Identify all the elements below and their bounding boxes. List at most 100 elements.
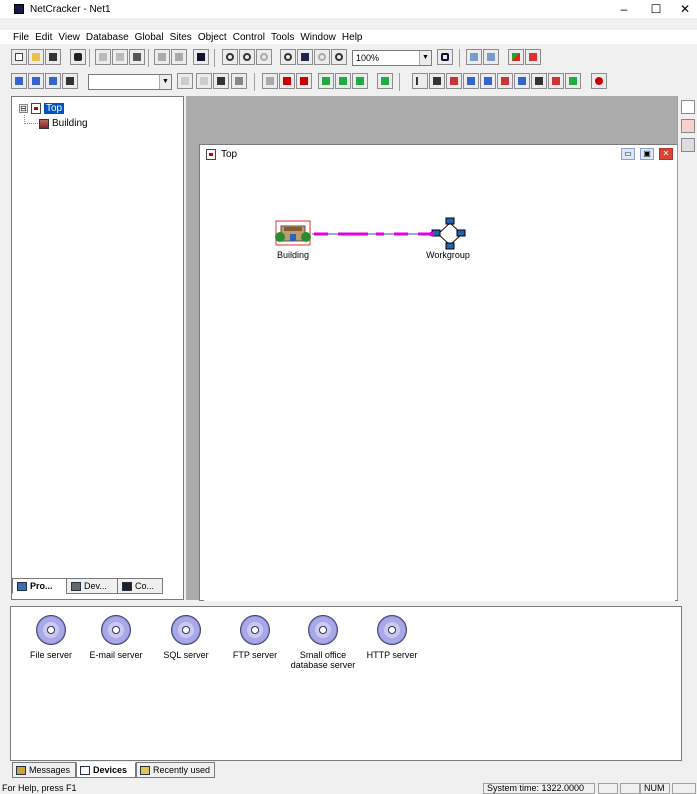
- eraser-icon[interactable]: [231, 73, 247, 89]
- tab-label: Recently used: [153, 765, 211, 775]
- protocol-icon[interactable]: [497, 73, 513, 89]
- open-icon[interactable]: [28, 49, 44, 65]
- chevron-down-icon[interactable]: ▼: [159, 75, 171, 89]
- device-email-server[interactable]: E-mail server: [86, 615, 146, 660]
- site-icon: [31, 103, 41, 114]
- menu-edit[interactable]: Edit: [35, 32, 52, 43]
- close-button[interactable]: ✕: [671, 0, 697, 18]
- minimize-button[interactable]: –: [610, 0, 638, 18]
- traffic-icon[interactable]: [318, 73, 334, 89]
- device-small-office-db-server[interactable]: Small office database server: [289, 615, 357, 670]
- menu-database[interactable]: Database: [86, 32, 129, 43]
- tab-devices[interactable]: Dev...: [66, 578, 118, 594]
- stop-sign-icon[interactable]: [591, 73, 607, 89]
- zoom-all-icon[interactable]: [331, 49, 347, 65]
- animation-icon[interactable]: [377, 73, 393, 89]
- traffic-edit-icon[interactable]: [335, 73, 351, 89]
- menu-sites[interactable]: Sites: [170, 32, 192, 43]
- paste-icon[interactable]: [129, 49, 145, 65]
- child-minimize-button[interactable]: ▭: [621, 148, 635, 160]
- workload-icon[interactable]: [514, 73, 530, 89]
- layers-icon[interactable]: [196, 73, 212, 89]
- pause-icon[interactable]: [296, 73, 312, 89]
- child-close-button[interactable]: ✕: [659, 148, 673, 160]
- wizard-icon[interactable]: [565, 73, 581, 89]
- device-http-server[interactable]: HTTP server: [362, 615, 422, 660]
- maximize-button[interactable]: ☐: [642, 0, 670, 18]
- tab-project[interactable]: Pro...: [12, 578, 67, 594]
- diagram-canvas[interactable]: Building Workgroup: [204, 163, 675, 601]
- menu-help[interactable]: Help: [342, 32, 363, 43]
- query-tool-icon[interactable]: [463, 73, 479, 89]
- text-size-icon[interactable]: [11, 73, 27, 89]
- palette-layout-icon[interactable]: [681, 119, 695, 133]
- zoom-previous-icon[interactable]: [314, 49, 330, 65]
- zoom-out-icon[interactable]: [239, 49, 255, 65]
- device-ftp-server[interactable]: FTP server: [225, 615, 285, 660]
- app-icon[interactable]: [14, 4, 24, 14]
- list-view-icon[interactable]: [45, 73, 61, 89]
- menu-global[interactable]: Global: [135, 32, 164, 43]
- menu-view[interactable]: View: [58, 32, 80, 43]
- curve-tool-icon[interactable]: [446, 73, 462, 89]
- menu-file[interactable]: File: [13, 32, 29, 43]
- child-restore-button[interactable]: ▣: [640, 148, 654, 160]
- menu-object[interactable]: Object: [198, 32, 227, 43]
- print-icon[interactable]: [171, 49, 187, 65]
- find-icon[interactable]: [70, 49, 86, 65]
- recent-icon: [140, 765, 150, 775]
- chevron-down-icon[interactable]: ▼: [419, 51, 431, 65]
- properties-icon[interactable]: [177, 73, 193, 89]
- tree-item-top[interactable]: ⊟ Top: [19, 103, 65, 114]
- device-sql-server[interactable]: SQL server: [156, 615, 216, 660]
- grid-view-icon[interactable]: [62, 73, 78, 89]
- tree-view-icon[interactable]: [28, 73, 44, 89]
- bandwidth-icon[interactable]: [480, 73, 496, 89]
- project-icon: [17, 581, 27, 591]
- save-icon[interactable]: [45, 49, 61, 65]
- zoom-in-icon[interactable]: [222, 49, 238, 65]
- child-window-titlebar[interactable]: Top ▭ ▣ ✕: [200, 145, 677, 163]
- traffic-remove-icon[interactable]: [352, 73, 368, 89]
- context-help-icon[interactable]: [193, 49, 209, 65]
- stop-icon[interactable]: [279, 73, 295, 89]
- fit-page-icon[interactable]: [437, 49, 453, 65]
- chart-icon[interactable]: [508, 49, 524, 65]
- tab-components[interactable]: Co...: [117, 578, 163, 594]
- object-combo[interactable]: ▼: [88, 74, 172, 90]
- table-view-icon[interactable]: [466, 49, 482, 65]
- pointer-icon[interactable]: [412, 73, 428, 89]
- database-icon[interactable]: [213, 73, 229, 89]
- zoom-fit-icon[interactable]: [280, 49, 296, 65]
- menu-control[interactable]: Control: [233, 32, 265, 43]
- zoom-area-icon[interactable]: [256, 49, 272, 65]
- cut-icon[interactable]: [95, 49, 111, 65]
- new-icon[interactable]: [11, 49, 27, 65]
- cd-disc-icon: [377, 615, 407, 645]
- palette-select-icon[interactable]: [681, 100, 695, 114]
- play-icon[interactable]: [262, 73, 278, 89]
- link-tool-icon[interactable]: [429, 73, 445, 89]
- workgroup-node-icon[interactable]: [430, 217, 466, 250]
- print-preview-icon[interactable]: [154, 49, 170, 65]
- tab-devices-bottom[interactable]: Devices: [76, 762, 136, 778]
- tools-icon[interactable]: [531, 73, 547, 89]
- report-icon[interactable]: [483, 49, 499, 65]
- zoom-combo[interactable]: 100% ▼: [352, 50, 432, 66]
- building-node-icon[interactable]: [275, 220, 311, 246]
- zoom-window-icon[interactable]: [297, 49, 313, 65]
- node-label-workgroup: Workgroup: [426, 250, 470, 260]
- menu-tools[interactable]: Tools: [271, 32, 294, 43]
- menu-window[interactable]: Window: [300, 32, 336, 43]
- tree-item-building[interactable]: Building: [39, 118, 88, 129]
- status-bar: For Help, press F1 System time: 1322.000…: [0, 783, 697, 794]
- copy-icon[interactable]: [112, 49, 128, 65]
- collapse-icon[interactable]: ⊟: [19, 104, 28, 113]
- status-cell-caps: [598, 783, 618, 794]
- palette-grid-icon[interactable]: [681, 138, 695, 152]
- tab-messages[interactable]: Messages: [12, 762, 76, 778]
- star-icon[interactable]: [525, 49, 541, 65]
- tab-recently-used[interactable]: Recently used: [136, 762, 215, 778]
- settings-icon[interactable]: [548, 73, 564, 89]
- device-file-server[interactable]: File server: [21, 615, 81, 660]
